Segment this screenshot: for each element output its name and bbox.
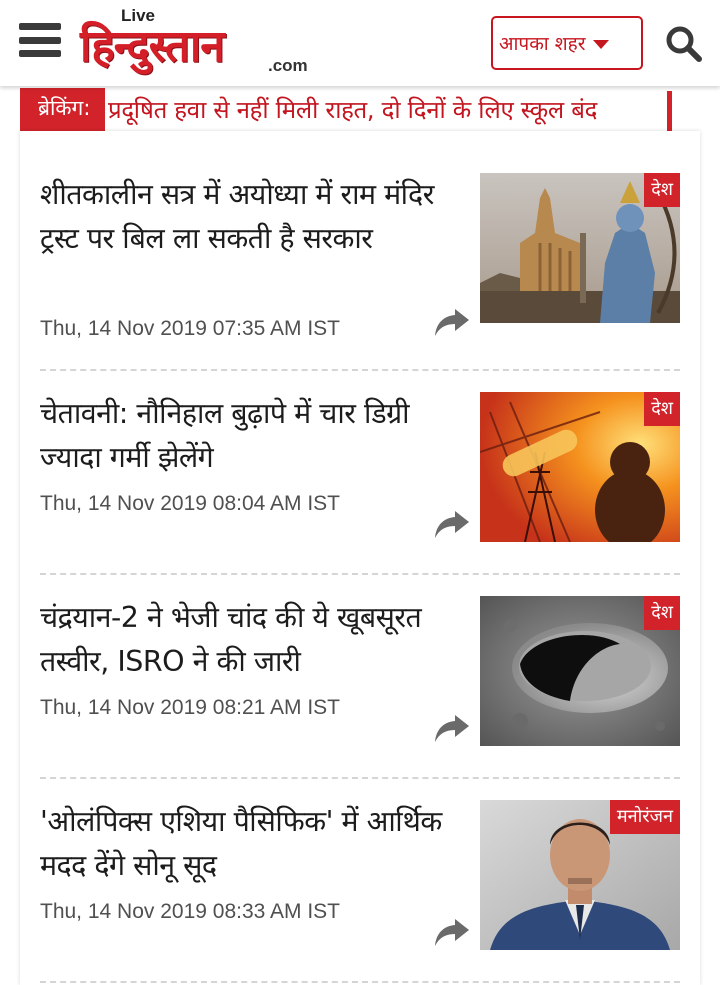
news-divider bbox=[40, 981, 680, 983]
top-header: Live हिन्दुस्तान .com आपका शहर bbox=[0, 0, 720, 86]
category-badge[interactable]: मनोरंजन bbox=[609, 800, 680, 834]
news-divider bbox=[40, 777, 680, 779]
share-arrow-icon[interactable] bbox=[434, 713, 470, 743]
category-badge[interactable]: देश bbox=[644, 173, 680, 207]
news-timestamp: Thu, 14 Nov 2019 08:21 AM IST bbox=[40, 696, 341, 719]
ticker-edge-bar bbox=[667, 91, 672, 131]
share-arrow-icon[interactable] bbox=[434, 307, 470, 337]
news-thumbnail[interactable]: देश bbox=[480, 392, 680, 542]
news-title[interactable]: चेतावनी: नौनिहाल बुढ़ापे में चार डिग्री … bbox=[40, 392, 465, 480]
news-thumbnail[interactable]: देश bbox=[480, 173, 680, 323]
logo-name-text: हिन्दुस्तान bbox=[80, 21, 225, 72]
hamburger-menu-icon[interactable] bbox=[19, 23, 61, 61]
share-arrow-icon[interactable] bbox=[434, 509, 470, 539]
breaking-news-ticker[interactable]: प्रदूषित हवा से नहीं मिली राहत, दो दिनों… bbox=[20, 88, 672, 131]
site-logo[interactable]: Live हिन्दुस्तान .com bbox=[80, 6, 320, 76]
news-title[interactable]: शीतकालीन सत्र में अयोध्या में राम मंदिर … bbox=[40, 173, 465, 261]
news-title[interactable]: चंद्रयान-2 ने भेजी चांद की ये खूबसूरत तस… bbox=[40, 596, 465, 684]
news-thumbnail[interactable]: मनोरंजन bbox=[480, 800, 680, 950]
category-badge[interactable]: देश bbox=[644, 392, 680, 426]
news-timestamp: Thu, 14 Nov 2019 08:33 AM IST bbox=[40, 900, 341, 923]
city-dropdown-label: आपका शहर bbox=[499, 33, 586, 55]
breaking-label: ब्रेकिंग: bbox=[20, 88, 105, 131]
caret-down-icon bbox=[592, 40, 609, 49]
city-dropdown[interactable]: आपका शहर bbox=[491, 16, 643, 70]
news-timestamp: Thu, 14 Nov 2019 08:04 AM IST bbox=[40, 492, 341, 515]
news-title[interactable]: 'ओलंपिक्स एशिया पैसिफिक' में आर्थिक मदद … bbox=[40, 800, 465, 888]
news-list: शीतकालीन सत्र में अयोध्या में राम मंदिर … bbox=[20, 131, 700, 985]
news-thumbnail[interactable]: देश bbox=[480, 596, 680, 746]
news-timestamp: Thu, 14 Nov 2019 07:35 AM IST bbox=[40, 317, 341, 340]
news-divider bbox=[40, 573, 680, 575]
search-icon[interactable] bbox=[664, 24, 704, 64]
share-arrow-icon[interactable] bbox=[434, 917, 470, 947]
breaking-news-text[interactable]: प्रदूषित हवा से नहीं मिली राहत, दो दिनों… bbox=[108, 93, 597, 126]
category-badge[interactable]: देश bbox=[644, 596, 680, 630]
logo-com-text: .com bbox=[268, 56, 308, 75]
news-divider bbox=[40, 369, 680, 371]
